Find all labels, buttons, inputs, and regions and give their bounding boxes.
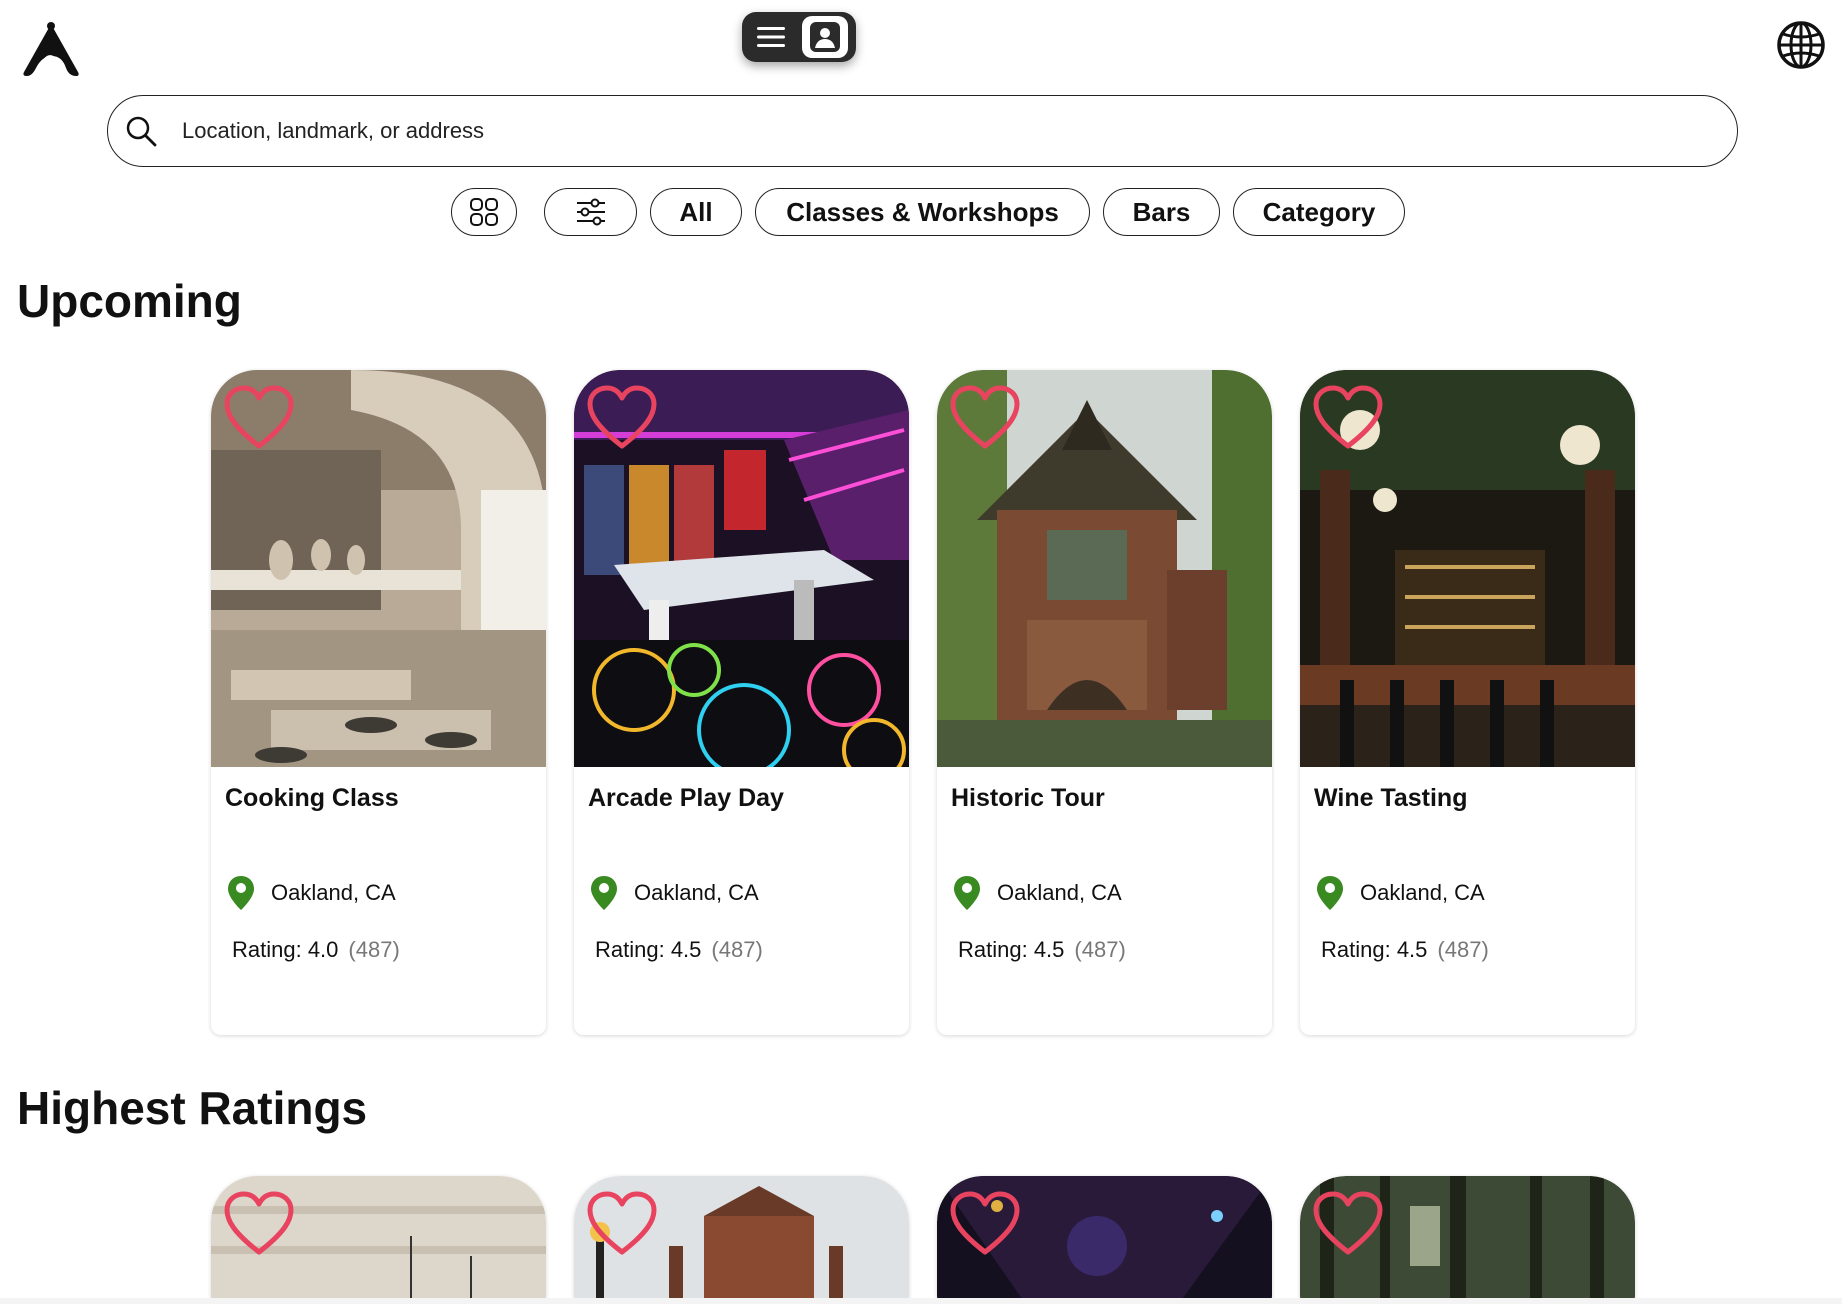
- location-pin-icon: [954, 876, 980, 910]
- event-card[interactable]: [211, 1176, 546, 1304]
- search-icon: [124, 114, 158, 148]
- chip-classes-workshops[interactable]: Classes & Workshops: [755, 188, 1090, 236]
- globe-icon[interactable]: [1776, 20, 1826, 70]
- rating-value: Rating: 4.5: [595, 937, 702, 962]
- favorite-heart-icon[interactable]: [586, 1190, 658, 1258]
- event-location: Oakland, CA: [227, 875, 396, 911]
- filter-settings-button[interactable]: [544, 188, 637, 236]
- event-image: [937, 1176, 1272, 1304]
- event-location: Oakland, CA: [590, 875, 759, 911]
- rating-value: Rating: 4.5: [958, 937, 1065, 962]
- upcoming-cards: Cooking Class Oakland, CA Rating: 4.0 (48…: [211, 370, 1663, 1035]
- event-title: Arcade Play Day: [588, 784, 784, 812]
- section-title-highest-ratings: Highest Ratings: [17, 1082, 368, 1134]
- favorite-heart-icon[interactable]: [223, 1190, 295, 1258]
- event-rating: Rating: 4.5 (487): [958, 937, 1126, 963]
- grid-view-button[interactable]: [451, 188, 517, 236]
- highest-ratings-cards: [211, 1176, 1663, 1304]
- favorite-heart-icon[interactable]: [949, 384, 1021, 452]
- event-image: [937, 370, 1272, 767]
- rating-count: (487): [1074, 937, 1126, 962]
- chip-all[interactable]: All: [650, 188, 742, 236]
- event-card[interactable]: Historic Tour Oakland, CA Rating: 4.5 (48…: [937, 370, 1272, 1035]
- rating-count: (487): [1437, 937, 1489, 962]
- search-bar[interactable]: [107, 95, 1738, 167]
- location-text: Oakland, CA: [271, 880, 396, 905]
- event-title: Wine Tasting: [1314, 784, 1468, 812]
- event-image: [574, 370, 909, 767]
- favorite-heart-icon[interactable]: [586, 384, 658, 452]
- event-image: [211, 1176, 546, 1304]
- section-title-upcoming: Upcoming: [17, 275, 242, 327]
- event-title: Cooking Class: [225, 784, 399, 812]
- location-pin-icon: [228, 876, 254, 910]
- event-image: [1300, 370, 1635, 767]
- rating-count: (487): [348, 937, 400, 962]
- account-menu-button[interactable]: [742, 12, 856, 62]
- event-image: [574, 1176, 909, 1304]
- event-title: Historic Tour: [951, 784, 1105, 812]
- chip-category[interactable]: Category: [1233, 188, 1405, 236]
- event-card[interactable]: Arcade Play Day Oakland, CA Rating: 4.5 (…: [574, 370, 909, 1035]
- favorite-heart-icon[interactable]: [1312, 1190, 1384, 1258]
- event-card[interactable]: [937, 1176, 1272, 1304]
- favorite-heart-icon[interactable]: [1312, 384, 1384, 452]
- location-text: Oakland, CA: [634, 880, 759, 905]
- search-input[interactable]: [182, 118, 1582, 144]
- event-card[interactable]: Wine Tasting Oakland, CA Rating: 4.5 (487…: [1300, 370, 1635, 1035]
- event-card[interactable]: [574, 1176, 909, 1304]
- page: All Classes & Workshops Bars Category Up…: [0, 0, 1842, 1304]
- filter-sliders-icon: [576, 198, 605, 226]
- rating-value: Rating: 4.0: [232, 937, 339, 962]
- location-text: Oakland, CA: [1360, 880, 1485, 905]
- event-card[interactable]: [1300, 1176, 1635, 1304]
- bottom-divider: [0, 1298, 1842, 1304]
- filter-chips: All Classes & Workshops Bars Category: [451, 188, 1418, 236]
- event-location: Oakland, CA: [1316, 875, 1485, 911]
- event-rating: Rating: 4.0 (487): [232, 937, 400, 963]
- event-rating: Rating: 4.5 (487): [1321, 937, 1489, 963]
- event-image: [1300, 1176, 1635, 1304]
- location-pin-icon: [591, 876, 617, 910]
- favorite-heart-icon[interactable]: [223, 384, 295, 452]
- event-location: Oakland, CA: [953, 875, 1122, 911]
- event-image: [211, 370, 546, 767]
- location-pin-icon: [1317, 876, 1343, 910]
- event-card[interactable]: Cooking Class Oakland, CA Rating: 4.0 (48…: [211, 370, 546, 1035]
- profile-card-icon: [802, 16, 848, 58]
- rating-count: (487): [711, 937, 763, 962]
- rating-value: Rating: 4.5: [1321, 937, 1428, 962]
- chip-bars[interactable]: Bars: [1103, 188, 1220, 236]
- hamburger-menu-icon: [754, 20, 788, 54]
- favorite-heart-icon[interactable]: [949, 1190, 1021, 1258]
- app-logo-icon[interactable]: [18, 20, 84, 78]
- location-text: Oakland, CA: [997, 880, 1122, 905]
- event-rating: Rating: 4.5 (487): [595, 937, 763, 963]
- grid-view-icon: [470, 198, 498, 226]
